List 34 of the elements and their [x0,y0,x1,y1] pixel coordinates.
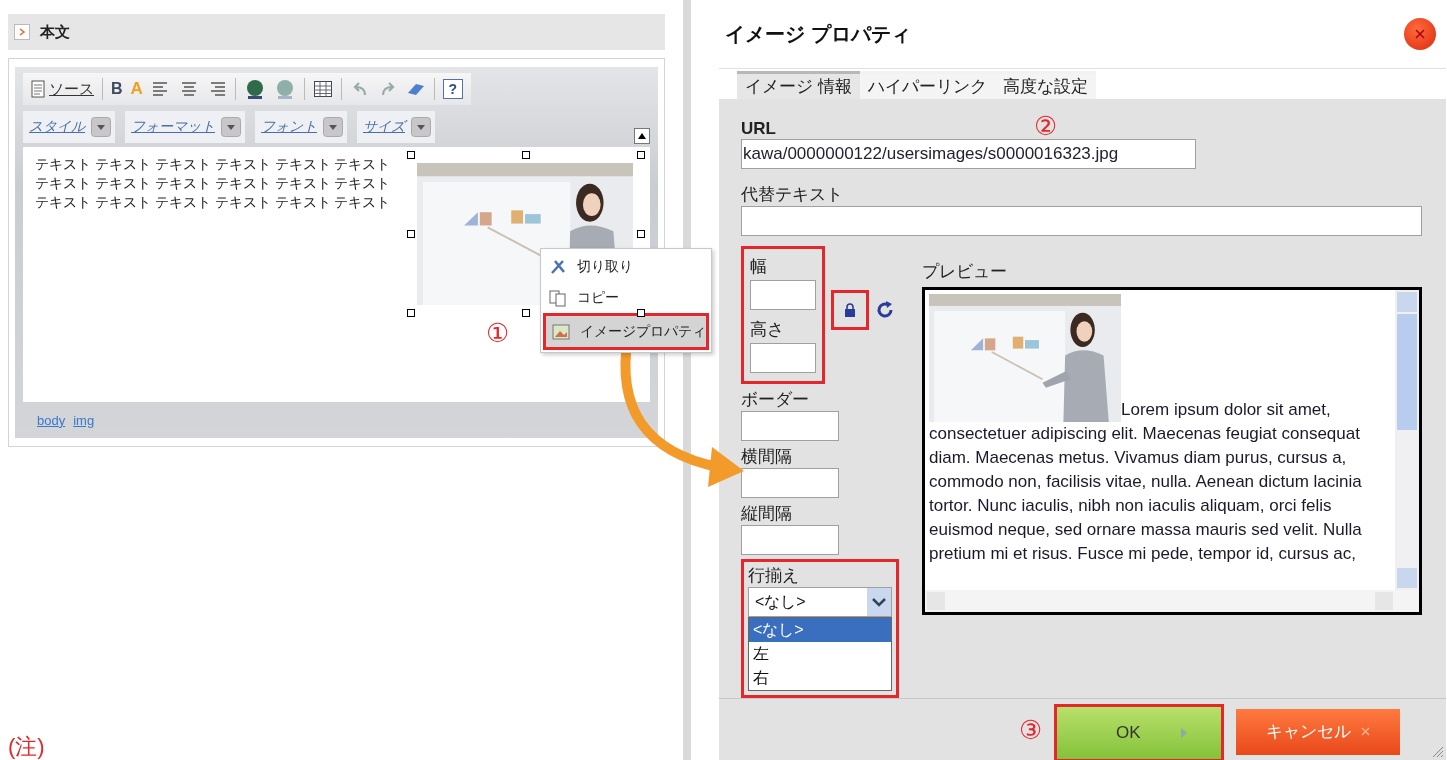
toolbar-dropdown[interactable]: スタイル [23,111,115,143]
step-number: ② [1033,113,1058,139]
bold-button[interactable]: B [111,80,123,98]
tab[interactable]: 高度な設定 [994,71,1096,99]
menu-item[interactable]: イメージプロパティ [546,316,706,347]
toolbar-dropdown[interactable]: フォーマット [125,111,245,143]
content-text: テキスト テキスト テキスト テキスト テキスト テキスト [35,155,392,174]
toolbar-dropdown[interactable]: サイズ [357,111,435,143]
help-button[interactable]: ? [442,79,463,99]
section-title: 本文 [40,22,70,42]
tab[interactable]: ハイパーリンク [859,71,995,99]
content-text: テキスト テキスト テキスト テキスト テキスト テキスト [35,193,392,212]
step-number: ① [486,320,510,346]
field-label: 横間隔 [741,446,793,468]
field-label: 幅 [750,256,768,278]
ok-button[interactable]: OK [1057,706,1222,759]
step-number: ③ [1019,716,1043,743]
field-label: 縦間隔 [741,503,793,525]
field-label: プレビュー [922,261,1008,283]
note-label: (注) [8,733,45,760]
field-label: 高さ [750,319,785,341]
url-field[interactable]: kawa/0000000122/usersimages/s0000016323.jpg [741,139,1196,169]
align-select[interactable]: <なし> [748,587,892,617]
dialog-title: イメージ プロパティ [725,21,911,47]
source-button[interactable]: ソース [31,79,94,99]
field-label: ボーダー [741,389,810,411]
content-text: テキスト テキスト テキスト テキスト テキスト テキスト [35,174,392,193]
dropdown-option[interactable]: <なし> [749,618,891,642]
field-label: 行揃え [748,565,800,587]
field-label: 代替テキスト [741,184,844,206]
tab[interactable]: イメージ 情報 [737,71,860,99]
toolbar-dropdown[interactable]: フォント [255,111,347,143]
preview-text: Lorem ipsum dolor sit amet, consectetuer adipiscing elit. Maecenas feugiat consequat diam. Maecenas metus. Vivamus diam purus, cursus a, commodo non, facilisis vitae, nulla. Aenean dictum lacinia tortor. Nunc iaculis, nibh non iaculis aliquam, orci felis euismod neque, sed ornare massa mauris sed velit. Nulla pretium mi et risus. Fusce mi pede, tempor id, cursus ac, [925,290,1395,590]
field-label: URL [741,119,776,139]
